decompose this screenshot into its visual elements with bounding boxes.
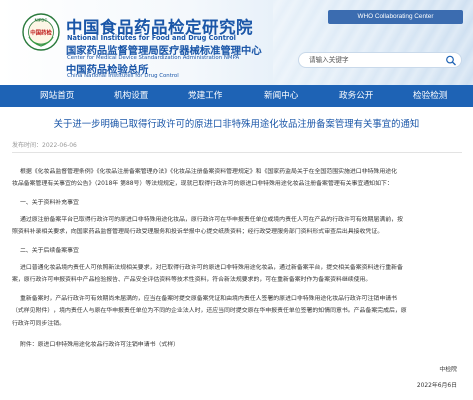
text-line: 行政许可同步注销。	[12, 320, 66, 327]
nav-item-government-affairs[interactable]: 政务公开	[339, 85, 373, 107]
site-header: NIFDC 中国药检 中国食品药品检定研究院 National Institut…	[0, 0, 473, 85]
text-line: 进口普通化妆品境内责任人可依照新法规相关要求，对已取得行政许可的原进口非特殊用途…	[20, 265, 403, 271]
search-icon[interactable]	[445, 55, 457, 66]
text-line: 重新备案时，产品行政许可有效期尚未届满的，应当在备案时提交原备案凭证和由境内责任…	[20, 296, 397, 302]
section-heading-2: 二、关于后续备案事宜	[12, 245, 464, 257]
paragraph-filing: 进口普通化妆品境内责任人可依照新法规相关要求，对已取得行政许可的原进口非特殊用途…	[12, 262, 464, 287]
text-line: 案，原行政许可申报资料中产品检验报告、产品安全评估资料等技术性资料，符合新法规要…	[12, 277, 372, 284]
text-line[interactable]: 附件：原进口非特殊用途化妆品行政许可注销申请书（式样）	[12, 339, 464, 351]
text-line: （式样见附件），境内责任人与原在华申报责任单位为不同的企业法人时，还应当同时提交…	[12, 308, 407, 315]
main-nav: 网站首页 机构设置 党建工作 新闻中心 政务公开 检验检测	[0, 85, 473, 107]
sign-date: 2022年6月6日	[416, 383, 457, 389]
text-line: 妆品备案管理有关事宜的公告》（2018年 第88号）等法规规定，现就已取得行政许…	[12, 181, 393, 188]
attachment-link[interactable]: 附件：原进口非特殊用途化妆品行政许可注销申请书（式样）	[12, 339, 464, 351]
signature: 中检院	[439, 367, 457, 373]
nav-item-party-building[interactable]: 党建工作	[188, 85, 222, 107]
nifdc-logo[interactable]: NIFDC 中国药检	[22, 13, 60, 51]
text-line: 通过原注册备案平台已取得行政许可的原进口非特殊用途化妆品，原行政许可在华申报责任…	[20, 217, 403, 223]
publish-date: 发布时间：2022-06-06	[12, 142, 77, 149]
paragraph-supplement: 通过原注册备案平台已取得行政许可的原进口非特殊用途化妆品，原行政许可在华申报责任…	[12, 214, 464, 239]
divider	[12, 152, 462, 153]
search-input[interactable]	[309, 54, 439, 66]
paragraph-intro: 根据《化妆品监督管理条例》《化妆品注册备案管理办法》《化妆品注册备案资料管理规定…	[12, 166, 464, 191]
text-line: 照资料补录相关要求，向国家药品监督管理局行政受理服务和投诉举报中心提交纸质资料；…	[12, 229, 384, 236]
text-line: 根据《化妆品监督管理条例》《化妆品注册备案管理办法》《化妆品注册备案资料管理规定…	[20, 169, 397, 175]
paragraph-refiling: 重新备案时，产品行政许可有效期尚未届满的，应当在备案时提交原备案凭证和由境内责任…	[12, 293, 464, 330]
org-name-en: National Institutes for Food and Drug Co…	[67, 34, 236, 42]
nav-item-testing[interactable]: 检验检测	[413, 85, 447, 107]
who-collaborating-center-link[interactable]: WHO Collaborating Center	[328, 10, 463, 24]
section-heading-1: 一、关于资料补充事宜	[12, 197, 464, 209]
text-line: 一、关于资料补充事宜	[20, 200, 79, 206]
text-line: 二、关于后续备案事宜	[20, 248, 79, 254]
logo-inner-text: 中国药检	[30, 29, 52, 37]
institute-name-en: China National Institutes for Drug Contr…	[67, 73, 179, 79]
nav-item-home[interactable]: 网站首页	[40, 85, 74, 107]
nav-item-news[interactable]: 新闻中心	[264, 85, 298, 107]
nav-item-organization[interactable]: 机构设置	[114, 85, 148, 107]
logo-text: NIFDC	[35, 18, 48, 23]
search-box	[298, 52, 462, 68]
article-title: 关于进一步明确已取得行政许可的原进口非特殊用途化妆品注册备案管理有关事宜的通知	[53, 119, 420, 130]
